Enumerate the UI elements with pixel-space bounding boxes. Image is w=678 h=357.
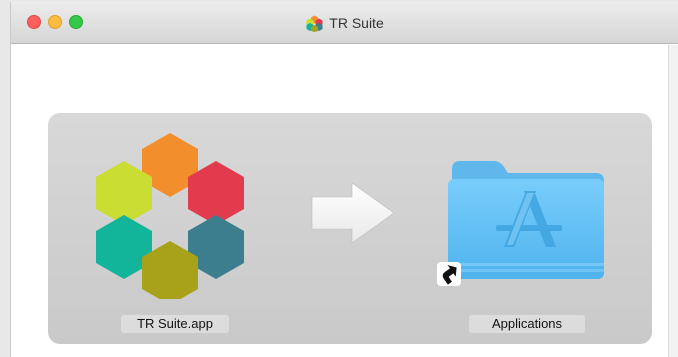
applications-folder-icon[interactable] [440, 155, 608, 283]
vertical-scrollbar[interactable] [668, 45, 678, 357]
right-arrow-icon [311, 182, 395, 244]
installer-window: TR Suite TR Suite.app Applications [10, 2, 678, 357]
install-background-panel: TR Suite.app Applications [48, 113, 652, 344]
alias-arrow-icon [437, 262, 461, 286]
applications-label: Applications [469, 315, 585, 333]
title-bar: TR Suite [11, 2, 678, 44]
hexagon-ring-app-icon[interactable] [90, 131, 250, 299]
tr-suite-app-icon [306, 15, 323, 32]
app-label: TR Suite.app [121, 315, 229, 333]
window-title-group: TR Suite [11, 2, 678, 44]
window-title: TR Suite [329, 15, 384, 31]
